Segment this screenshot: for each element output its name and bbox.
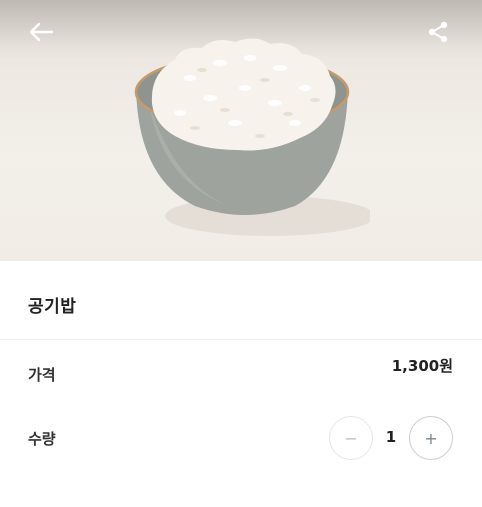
arrow-left-icon [29, 22, 54, 42]
back-button[interactable] [23, 14, 59, 50]
rice-bowl-image [134, 38, 370, 236]
quantity-increment-button[interactable]: + [409, 416, 453, 460]
product-name: 공기밥 [28, 297, 77, 317]
quantity-label: 수량 [28, 430, 56, 448]
share-icon [428, 21, 448, 43]
share-button[interactable] [420, 14, 456, 50]
price-value: 1,300원 [391, 357, 453, 375]
product-title-section: 공기밥 [0, 261, 482, 340]
minus-icon: − [344, 428, 358, 448]
quantity-value: 1 [385, 428, 397, 446]
plus-icon: + [424, 428, 438, 448]
quantity-decrement-button[interactable]: − [329, 416, 373, 460]
price-label: 가격 [28, 366, 56, 384]
product-image-area [0, 0, 482, 261]
